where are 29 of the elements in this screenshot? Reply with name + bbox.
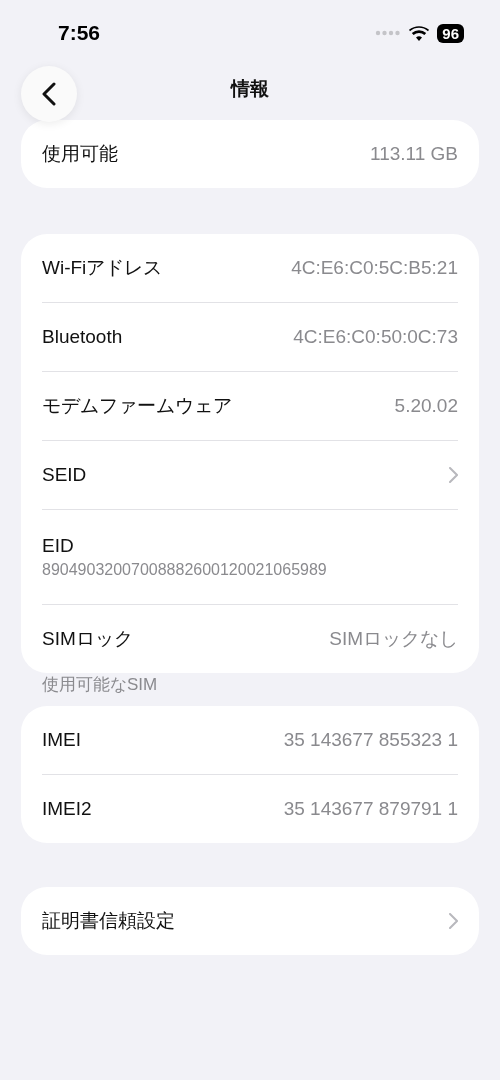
row-label: Bluetooth [42,326,123,348]
section-header: 使用可能なSIM [41,674,159,696]
row-label: 証明書信頼設定 [42,909,175,933]
battery-level: 96 [437,23,464,43]
row-label: SEID [42,464,87,486]
status-time: 7:56 [58,21,101,45]
row-label: Wi-Fiアドレス [42,256,163,280]
list-row[interactable]: 証明書信頼設定 [42,887,458,955]
row-label: EID [42,535,75,557]
signal-icon [375,30,402,36]
wifi-icon [409,25,430,41]
row-label: IMEI [42,729,82,751]
nav-title: 情報 [231,77,269,101]
back-icon [42,82,56,106]
chevron-icon [449,467,458,483]
row-label: モデムファームウェア [42,394,232,418]
row-value: SIMロックなし [329,627,458,651]
row-value: 35 143677 879791 1 [283,798,458,820]
row-value: 5.20.02 [394,395,458,417]
row-value: 89049032007008882600120021065989 [42,561,328,579]
row-label: IMEI2 [42,798,92,820]
row-value: 35 143677 855323 1 [283,729,458,751]
row-label: 使用可能 [42,142,118,166]
row-value: 4C:E6:C0:50:0C:73 [293,326,458,348]
row-label: SIMロック [42,627,133,651]
row-value: 4C:E6:C0:5C:B5:21 [291,257,458,279]
list-row[interactable]: SEID [42,440,458,509]
chevron-icon [449,913,458,929]
row-value: 113.11 GB [369,143,458,165]
